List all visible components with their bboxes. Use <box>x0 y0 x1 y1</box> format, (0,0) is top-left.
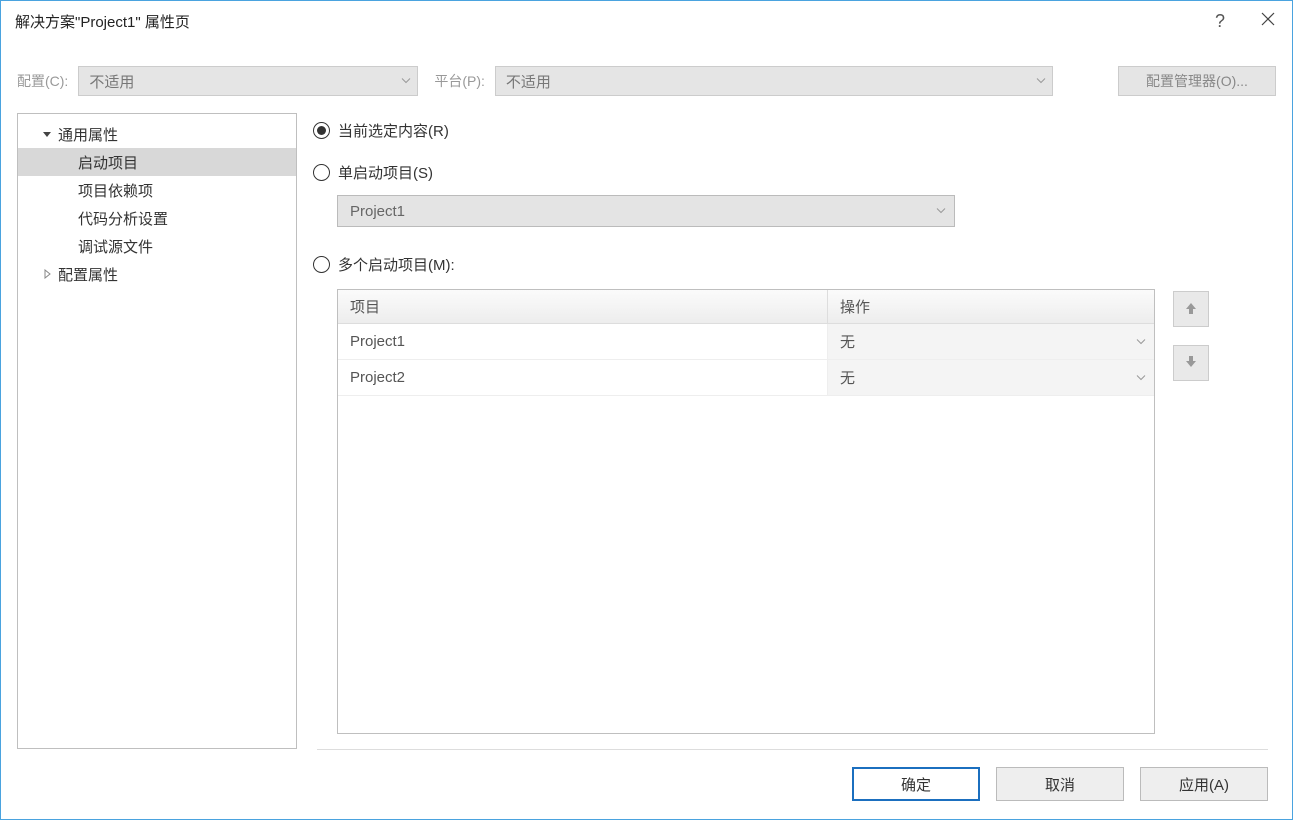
cell-action-combo[interactable]: 无 <box>828 324 1154 359</box>
chevron-down-icon <box>1036 73 1046 90</box>
single-startup-combo: Project1 <box>337 195 955 227</box>
tree-node-debug-source[interactable]: 调试源文件 <box>18 232 296 260</box>
expander-open-icon[interactable] <box>40 129 54 139</box>
platform-combo: 不适用 <box>495 66 1053 96</box>
radio-icon <box>313 122 330 139</box>
chevron-down-icon <box>401 73 411 90</box>
apply-button[interactable]: 应用(A) <box>1140 767 1268 801</box>
configuration-combo: 不适用 <box>78 66 418 96</box>
cell-project: Project2 <box>338 360 828 395</box>
properties-tree[interactable]: 通用属性 启动项目 项目依赖项 代码分析设置 调试源文件 配置属性 <box>17 113 297 749</box>
platform-label: 平台(P): <box>434 71 485 91</box>
arrow-down-icon <box>1184 355 1198 372</box>
tree-node-project-dependencies[interactable]: 项目依赖项 <box>18 176 296 204</box>
tree-node-startup-project[interactable]: 启动项目 <box>18 148 296 176</box>
chevron-down-icon <box>1136 369 1146 386</box>
dialog-title: 解决方案"Project1" 属性页 <box>15 11 1196 32</box>
cancel-button[interactable]: 取消 <box>996 767 1124 801</box>
cell-project: Project1 <box>338 324 828 359</box>
help-button[interactable]: ? <box>1196 1 1244 41</box>
arrow-up-icon <box>1184 301 1198 318</box>
radio-icon <box>313 256 330 273</box>
move-down-button[interactable] <box>1173 345 1209 381</box>
radio-current-selection[interactable]: 当前选定内容(R) <box>313 115 1276 145</box>
tree-node-common-properties[interactable]: 通用属性 <box>18 120 296 148</box>
radio-single-startup[interactable]: 单启动项目(S) <box>313 157 1276 187</box>
tree-node-code-analysis[interactable]: 代码分析设置 <box>18 204 296 232</box>
configuration-label: 配置(C): <box>17 71 68 91</box>
configuration-manager-button: 配置管理器(O)... <box>1118 66 1276 96</box>
radio-multiple-startup[interactable]: 多个启动项目(M): <box>313 249 1276 279</box>
table-row[interactable]: Project2 无 <box>338 360 1154 396</box>
solution-properties-dialog: 解决方案"Project1" 属性页 ? 配置(C): 不适用 平台(P): 不… <box>0 0 1293 820</box>
close-icon <box>1261 12 1275 30</box>
platform-value: 不适用 <box>506 71 551 92</box>
cell-action-combo[interactable]: 无 <box>828 360 1154 395</box>
column-header-project[interactable]: 项目 <box>338 290 828 323</box>
expander-closed-icon[interactable] <box>40 269 54 279</box>
configuration-value: 不适用 <box>89 71 134 92</box>
chevron-down-icon <box>1136 333 1146 350</box>
column-header-action[interactable]: 操作 <box>828 290 1154 323</box>
configuration-row: 配置(C): 不适用 平台(P): 不适用 配置管理器(O)... <box>1 59 1292 103</box>
startup-project-panel: 当前选定内容(R) 单启动项目(S) Project1 多个启动项目(M): <box>313 113 1276 749</box>
tree-node-config-properties[interactable]: 配置属性 <box>18 260 296 288</box>
table-row[interactable]: Project1 无 <box>338 324 1154 360</box>
close-button[interactable] <box>1244 1 1292 41</box>
multi-startup-grid[interactable]: 项目 操作 Project1 无 Project2 <box>337 289 1155 734</box>
grid-header: 项目 操作 <box>338 290 1154 324</box>
move-up-button[interactable] <box>1173 291 1209 327</box>
ok-button[interactable]: 确定 <box>852 767 980 801</box>
chevron-down-icon <box>936 203 946 220</box>
titlebar: 解决方案"Project1" 属性页 ? <box>1 1 1292 41</box>
radio-icon <box>313 164 330 181</box>
dialog-footer: 确定 取消 应用(A) <box>1 749 1292 819</box>
